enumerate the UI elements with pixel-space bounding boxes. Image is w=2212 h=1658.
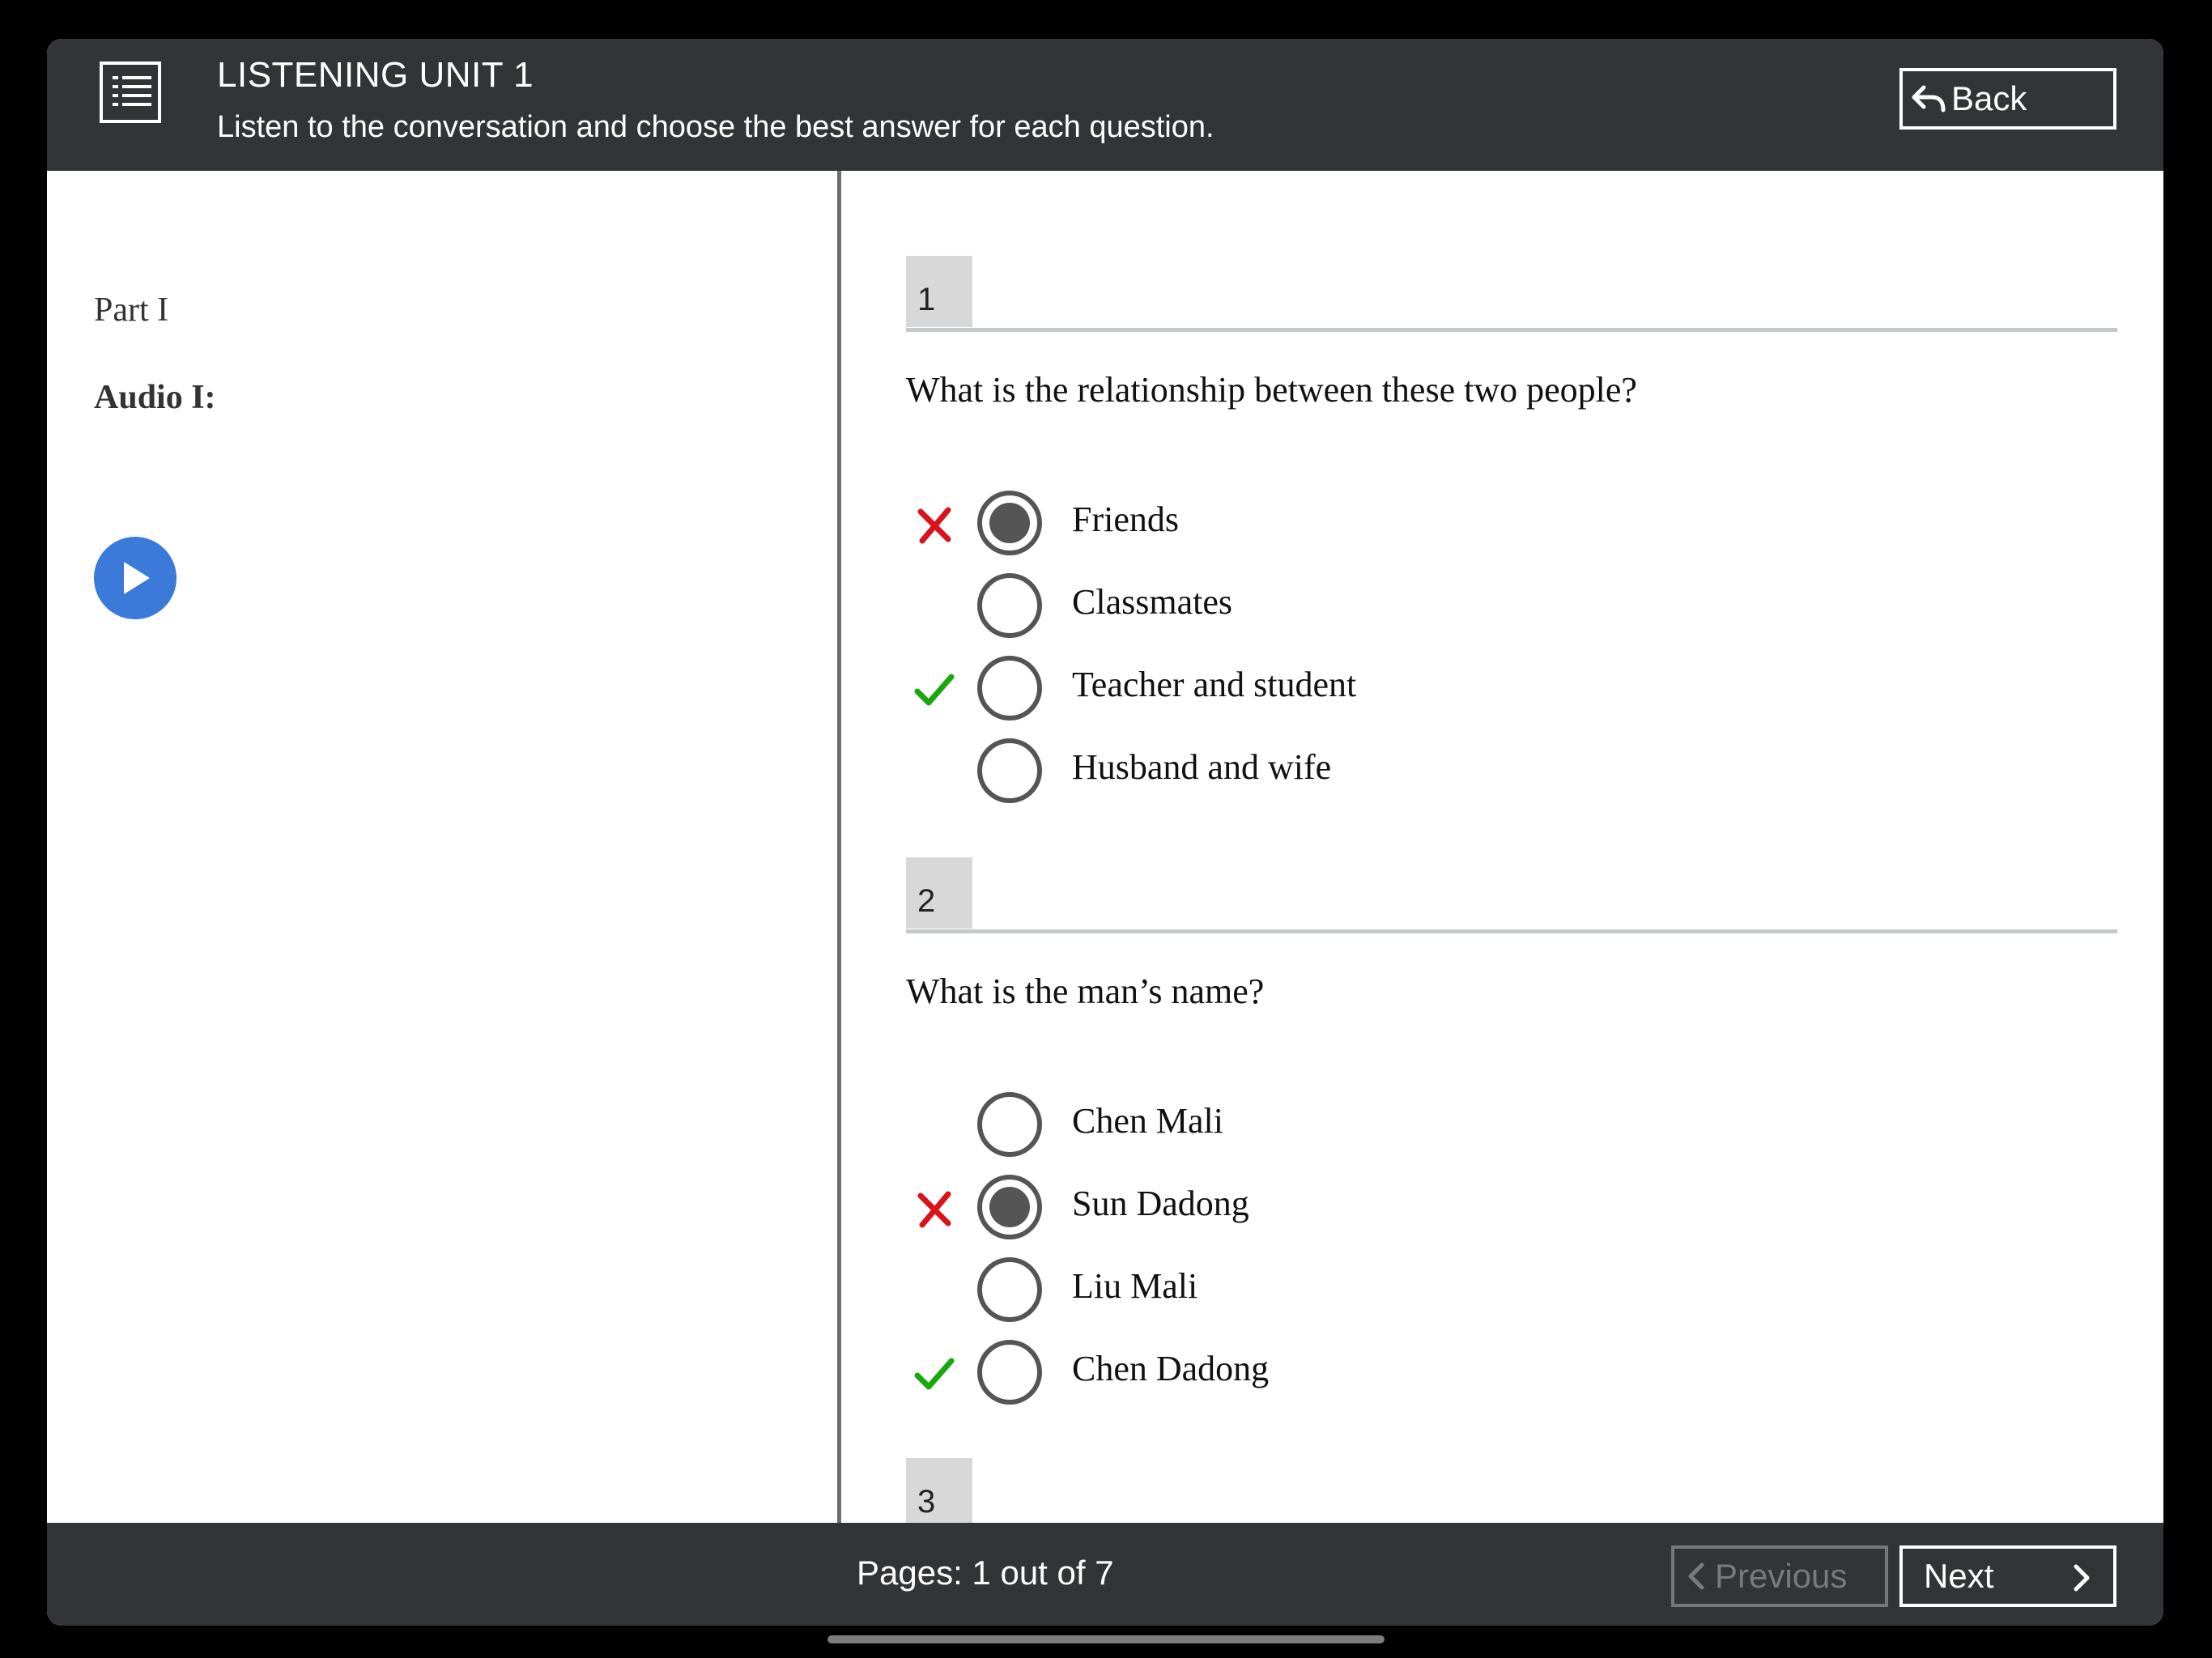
page-indicator: Pages: 1 out of 7 bbox=[857, 1554, 1114, 1592]
question-number: 2 bbox=[906, 857, 972, 929]
wrong-mark-icon bbox=[917, 1191, 951, 1228]
radio-button[interactable] bbox=[977, 491, 1042, 555]
back-button[interactable]: Back bbox=[1899, 68, 2116, 130]
audio-label: Audio I: bbox=[94, 379, 216, 416]
question-text: What is the man’s name? bbox=[906, 971, 1265, 1011]
home-indicator bbox=[827, 1635, 1385, 1643]
option-label: Husband and wife bbox=[1072, 747, 1332, 787]
wrong-mark-icon bbox=[917, 507, 951, 544]
chevron-left-icon bbox=[1688, 1562, 1704, 1590]
questions-pane: 1 What is the relationship between these… bbox=[841, 171, 2163, 1523]
radio-button[interactable] bbox=[977, 656, 1042, 721]
question-header: 2 bbox=[906, 857, 2117, 933]
option-label: Teacher and student bbox=[1072, 665, 1357, 704]
answer-option[interactable]: Chen Mali bbox=[906, 1092, 1716, 1157]
app-screen: LISTENING UNIT 1 Listen to the conversat… bbox=[47, 39, 2163, 1626]
back-arrow-icon bbox=[1912, 85, 1946, 113]
previous-button[interactable]: Previous bbox=[1671, 1545, 1888, 1607]
answer-option[interactable]: Classmates bbox=[906, 573, 1716, 638]
top-bar: LISTENING UNIT 1 Listen to the conversat… bbox=[47, 39, 2163, 171]
answer-option[interactable]: Teacher and student bbox=[906, 656, 1716, 721]
back-label: Back bbox=[1951, 79, 2027, 117]
option-label: Friends bbox=[1072, 500, 1179, 539]
question-header: 1 bbox=[906, 256, 2117, 332]
radio-button[interactable] bbox=[977, 1340, 1042, 1405]
option-label: Classmates bbox=[1072, 582, 1232, 622]
question-header: 3 bbox=[906, 1458, 2117, 1523]
chevron-right-icon bbox=[2074, 1564, 2090, 1592]
answer-option[interactable]: Friends bbox=[906, 491, 1716, 555]
question-divider bbox=[906, 328, 2117, 332]
radio-button[interactable] bbox=[977, 738, 1042, 803]
radio-button[interactable] bbox=[977, 1092, 1042, 1157]
question-number: 1 bbox=[906, 256, 972, 327]
part-label: Part I bbox=[94, 291, 169, 329]
bottom-bar: Pages: 1 out of 7 Previous Next bbox=[47, 1523, 2163, 1626]
correct-check-icon bbox=[914, 1358, 955, 1390]
correct-check-icon bbox=[914, 674, 955, 706]
question-text: What is the relationship between these t… bbox=[906, 370, 1637, 410]
radio-button[interactable] bbox=[977, 1257, 1042, 1322]
option-label: Liu Mali bbox=[1072, 1266, 1198, 1306]
next-button[interactable]: Next bbox=[1899, 1545, 2116, 1607]
previous-label: Previous bbox=[1715, 1557, 1848, 1595]
radio-button[interactable] bbox=[977, 573, 1042, 638]
unit-title: LISTENING UNIT 1 bbox=[217, 55, 534, 95]
answer-option[interactable]: Sun Dadong bbox=[906, 1175, 1716, 1239]
left-pane: Part I Audio I: bbox=[47, 171, 837, 1523]
radio-button[interactable] bbox=[977, 1175, 1042, 1239]
question-number: 3 bbox=[906, 1458, 972, 1523]
answer-option[interactable]: Chen Dadong bbox=[906, 1340, 1716, 1405]
option-label: Sun Dadong bbox=[1072, 1184, 1249, 1223]
answer-option[interactable]: Liu Mali bbox=[906, 1257, 1716, 1322]
next-label: Next bbox=[1924, 1557, 1994, 1595]
unit-instructions: Listen to the conversation and choose th… bbox=[217, 110, 1214, 144]
list-menu-icon[interactable] bbox=[100, 62, 161, 123]
option-label: Chen Mali bbox=[1072, 1101, 1223, 1141]
answer-option[interactable]: Husband and wife bbox=[906, 738, 1716, 803]
question-divider bbox=[906, 929, 2117, 933]
option-label: Chen Dadong bbox=[1072, 1349, 1270, 1388]
audio-play-button[interactable] bbox=[94, 537, 177, 619]
play-icon bbox=[124, 562, 150, 594]
